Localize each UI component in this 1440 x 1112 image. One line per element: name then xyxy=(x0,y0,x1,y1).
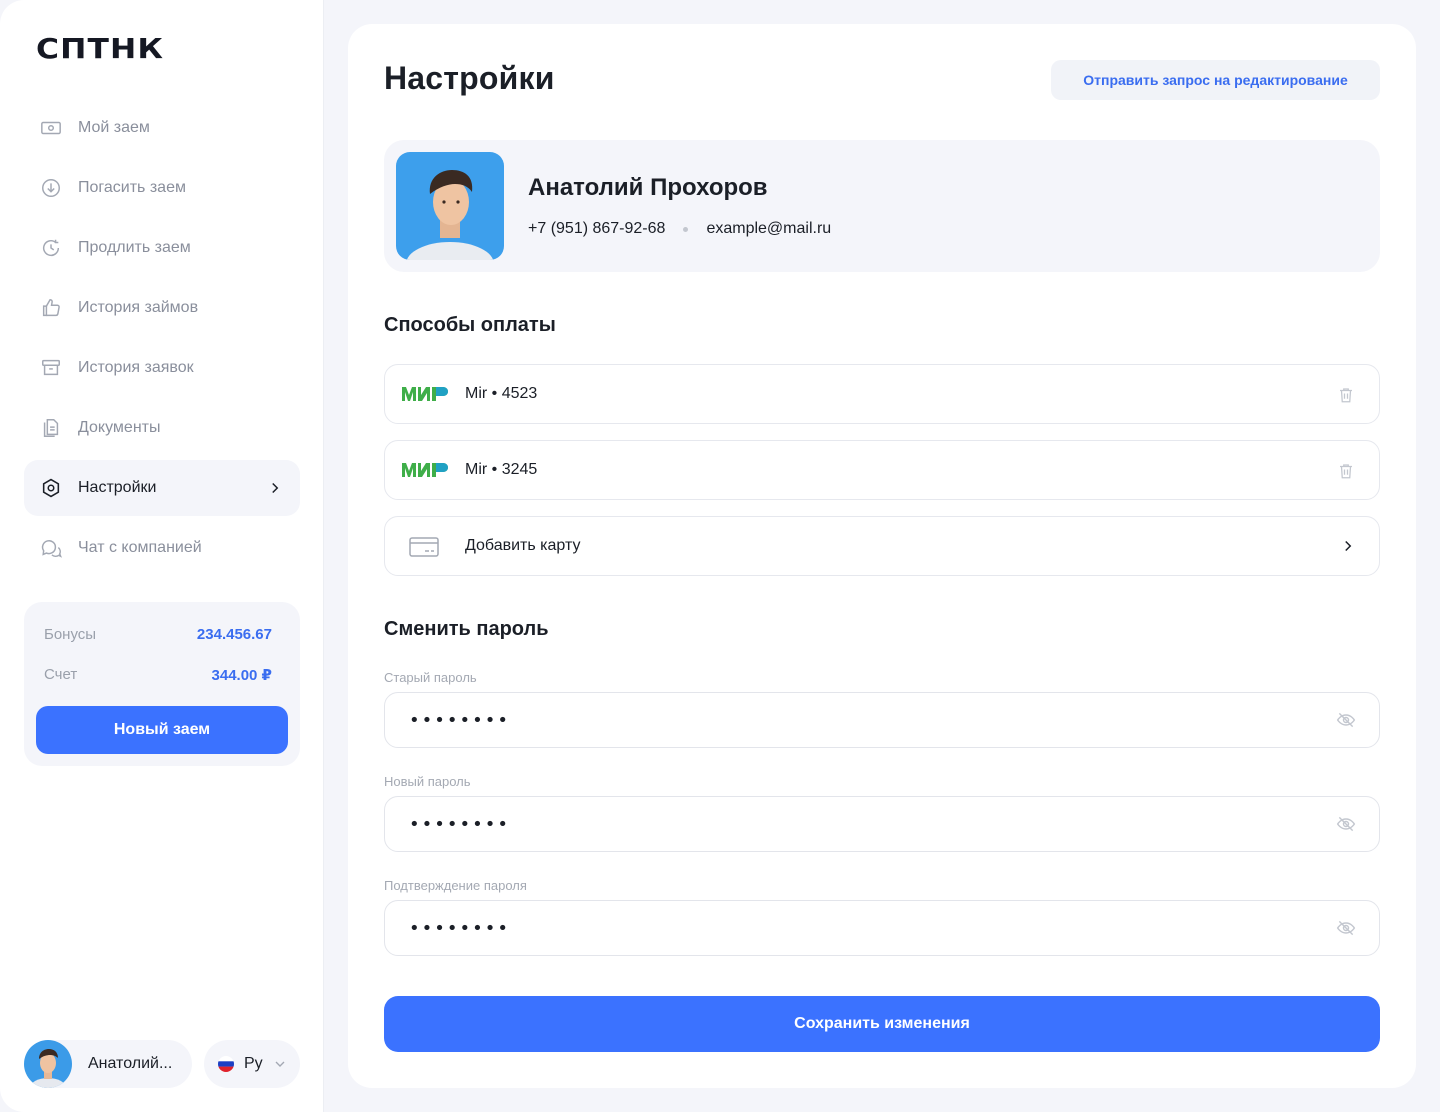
user-menu[interactable]: Анатолий... xyxy=(24,1040,192,1088)
eye-off-icon[interactable] xyxy=(1336,814,1356,834)
sidebar-nav: Мой заем Погасить заем Продлить заем Ист… xyxy=(24,100,300,580)
chevron-right-icon xyxy=(272,482,279,494)
payment-card-label: Mir • 3245 xyxy=(465,461,538,478)
balance-panel: Бонусы 234.456.67 Счет 344.00 ₽ Новый за… xyxy=(24,602,300,766)
profile-name: Анатолий Прохоров xyxy=(528,174,768,201)
profile-card: Анатолий Прохоров +7 (951) 867-92-68 exa… xyxy=(384,140,1380,272)
sidebar-item-label: Чат с компанией xyxy=(78,539,202,556)
chevron-down-icon xyxy=(275,1061,285,1067)
archive-box-icon xyxy=(40,357,62,379)
add-card-label: Добавить карту xyxy=(465,537,581,554)
bonus-value: 234.456.67 xyxy=(196,626,272,643)
old-password-label: Старый пароль xyxy=(384,670,477,685)
new-password-input[interactable] xyxy=(384,796,1380,852)
profile-photo xyxy=(396,152,504,260)
trash-icon[interactable] xyxy=(1337,461,1355,481)
credit-card-icon xyxy=(409,537,439,557)
sidebar-item-chat[interactable]: Чат с компанией xyxy=(24,520,300,576)
trash-icon[interactable] xyxy=(1337,385,1355,405)
profile-phone: +7 (951) 867-92-68 xyxy=(528,220,666,237)
sidebar-item-my-loan[interactable]: Мой заем xyxy=(24,100,300,156)
sidebar-item-request-history[interactable]: История заявок xyxy=(24,340,300,396)
sidebar-item-extend-loan[interactable]: Продлить заем xyxy=(24,220,300,276)
settings-hexagon-icon xyxy=(40,477,62,499)
sidebar-item-label: Мой заем xyxy=(78,119,150,136)
chevron-right-icon xyxy=(1345,540,1352,552)
account-label: Счет xyxy=(44,666,78,683)
sidebar-item-label: Продлить заем xyxy=(78,239,191,256)
sidebar: СПТНК Мой заем Погасить заем Продлить за… xyxy=(0,0,324,1112)
arrow-down-circle-icon xyxy=(40,177,62,199)
sidebar-item-documents[interactable]: Документы xyxy=(24,400,300,456)
eye-off-icon[interactable] xyxy=(1336,918,1356,938)
confirm-password-label: Подтверждение пароля xyxy=(384,878,527,893)
sidebar-item-label: История заявок xyxy=(78,359,194,376)
sidebar-item-label: Настройки xyxy=(78,479,157,496)
mir-logo-icon xyxy=(402,387,448,401)
payment-methods-title: Способы оплаты xyxy=(384,314,556,336)
banknote-icon xyxy=(40,117,62,139)
profile-contacts: +7 (951) 867-92-68 example@mail.ru xyxy=(528,220,831,238)
eye-off-icon[interactable] xyxy=(1336,710,1356,730)
payment-card-row[interactable]: Mir • 4523 xyxy=(384,364,1380,424)
documents-icon xyxy=(40,417,62,439)
account-value: 344.00 ₽ xyxy=(211,667,272,684)
russia-flag-icon xyxy=(218,1056,234,1072)
profile-email: example@mail.ru xyxy=(706,220,832,237)
brand-logo[interactable]: СПТНК xyxy=(36,32,164,65)
new-loan-button[interactable]: Новый заем xyxy=(36,706,288,754)
sidebar-item-settings[interactable]: Настройки xyxy=(24,460,300,516)
sidebar-item-label: Погасить заем xyxy=(78,179,186,196)
edit-request-button[interactable]: Отправить запрос на редактирование xyxy=(1051,60,1380,100)
mir-logo-icon xyxy=(402,463,448,477)
save-changes-button[interactable]: Сохранить изменения xyxy=(384,996,1380,1052)
thumbs-up-icon xyxy=(40,297,62,319)
page-title: Настройки xyxy=(384,60,555,96)
sidebar-item-label: Документы xyxy=(78,419,161,436)
sidebar-item-repay-loan[interactable]: Погасить заем xyxy=(24,160,300,216)
old-password-input[interactable] xyxy=(384,692,1380,748)
bonus-label: Бонусы xyxy=(44,626,97,643)
sidebar-item-label: История займов xyxy=(78,299,199,316)
refresh-clock-icon xyxy=(40,237,62,259)
new-password-label: Новый пароль xyxy=(384,774,471,789)
settings-card: Настройки Отправить запрос на редактиров… xyxy=(348,24,1416,1088)
payment-card-row[interactable]: Mir • 3245 xyxy=(384,440,1380,500)
sidebar-item-loan-history[interactable]: История займов xyxy=(24,280,300,336)
add-card-row[interactable]: Добавить карту xyxy=(384,516,1380,576)
account-row: Счет 344.00 ₽ xyxy=(44,666,272,684)
bonus-row: Бонусы 234.456.67 xyxy=(44,626,272,643)
confirm-password-input[interactable] xyxy=(384,900,1380,956)
separator-dot xyxy=(683,226,689,232)
avatar xyxy=(24,1040,72,1088)
change-password-title: Сменить пароль xyxy=(384,618,549,640)
user-name: Анатолий... xyxy=(88,1055,173,1072)
payment-card-label: Mir • 4523 xyxy=(465,385,538,402)
language-selector[interactable]: Ру xyxy=(204,1040,300,1088)
chat-bubbles-icon xyxy=(40,537,62,559)
language-label: Ру xyxy=(244,1055,263,1072)
